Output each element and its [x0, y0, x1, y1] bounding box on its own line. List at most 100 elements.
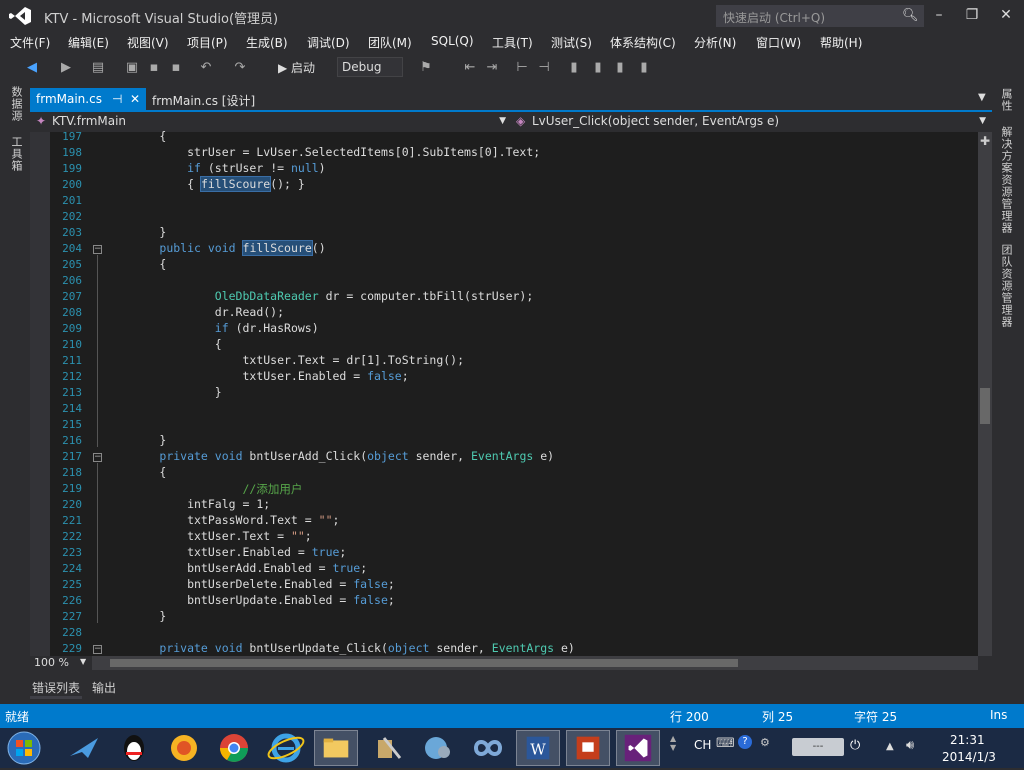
code-line[interactable]: {	[104, 465, 166, 479]
code-line[interactable]: OleDbDataReader dr = computer.tbFill(str…	[104, 289, 534, 303]
menu-view[interactable]: 视图(V)	[127, 34, 169, 51]
data-sources-tab[interactable]: 数据源	[8, 86, 24, 122]
clear-bookmark-icon[interactable]: ▮	[636, 60, 652, 76]
tab-frmmain-designer[interactable]: frmMain.cs [设计]	[148, 88, 308, 110]
taskbar-scroll-icon[interactable]: ▲ ▼	[670, 734, 676, 752]
menu-edit[interactable]: 编辑(E)	[68, 34, 109, 51]
next-bookmark-icon[interactable]: ▮	[612, 60, 628, 76]
code-line[interactable]: bntUserDelete.Enabled = false;	[104, 577, 395, 591]
explorer-app-icon[interactable]	[314, 730, 358, 766]
menu-architecture[interactable]: 体系结构(C)	[610, 34, 676, 51]
show-hidden-icons[interactable]: ▲	[886, 741, 894, 752]
tab-overflow-icon[interactable]: ▼	[978, 92, 986, 103]
clock-time[interactable]: 21:31	[950, 733, 985, 747]
menu-sql[interactable]: SQL(Q)	[431, 34, 474, 48]
tab-frmmain-cs[interactable]: frmMain.cs ⊣ ✕	[30, 88, 146, 110]
open-file-icon[interactable]: ▣	[124, 60, 140, 76]
network-app-icon[interactable]	[416, 730, 460, 766]
split-editor-icon[interactable]: ✚	[978, 134, 992, 148]
code-line[interactable]: {	[104, 337, 222, 351]
solution-explorer-tab[interactable]: 解决方案资源管理器	[998, 126, 1014, 234]
keyboard-icon[interactable]: ⌨	[716, 736, 735, 751]
word-app-icon[interactable]: W	[516, 730, 560, 766]
start-button[interactable]	[2, 730, 46, 766]
close-button[interactable]: ✕	[992, 4, 1020, 26]
close-tab-icon[interactable]: ✕	[130, 92, 140, 106]
menu-help[interactable]: 帮助(H)	[820, 34, 862, 51]
pin-icon[interactable]: ⊣	[112, 92, 122, 106]
settings-icon[interactable]: ⚙	[760, 736, 770, 749]
language-indicator[interactable]: CH	[694, 738, 711, 752]
chrome-app-icon[interactable]	[212, 730, 256, 766]
new-project-icon[interactable]: ▤	[90, 60, 106, 76]
attach-icon[interactable]: ⚑	[418, 60, 434, 76]
configuration-select[interactable]: Debug	[337, 57, 403, 77]
forward-icon[interactable]: ▶	[58, 60, 74, 76]
tools-app-icon[interactable]	[366, 730, 410, 766]
class-dropdown[interactable]: ✦ KTV.frmMain ▼	[34, 114, 510, 130]
back-icon[interactable]: ◀	[24, 60, 40, 76]
ime-toolbar[interactable]: ---	[792, 738, 844, 756]
code-line[interactable]: strUser = LvUser.SelectedItems[0].SubIte…	[104, 145, 540, 159]
code-line[interactable]: }	[104, 609, 166, 623]
lucky-app-icon[interactable]	[162, 730, 206, 766]
code-line[interactable]: txtUser.Text = dr[1].ToString();	[104, 353, 464, 367]
menu-project[interactable]: 项目(P)	[187, 34, 228, 51]
menu-test[interactable]: 测试(S)	[551, 34, 592, 51]
menu-file[interactable]: 文件(F)	[10, 34, 50, 51]
code-line[interactable]: {	[104, 129, 166, 143]
ie-app-icon[interactable]	[264, 730, 308, 766]
menu-tools[interactable]: 工具(T)	[492, 34, 533, 51]
collapse-region-icon[interactable]: −	[93, 245, 102, 254]
maximize-button[interactable]: ❐	[958, 4, 986, 26]
menu-analyze[interactable]: 分析(N)	[694, 34, 736, 51]
code-line[interactable]: intFalg = 1;	[104, 497, 270, 511]
code-line[interactable]: private void bntUserAdd_Click(object sen…	[104, 449, 554, 463]
prev-bookmark-icon[interactable]: ▮	[590, 60, 606, 76]
code-line[interactable]: }	[104, 433, 166, 447]
properties-tab[interactable]: 属性	[998, 88, 1014, 112]
minimize-button[interactable]: –	[925, 4, 953, 26]
member-dropdown[interactable]: ◈ LvUser_Click(object sender, EventArgs …	[514, 114, 990, 130]
uncomment-icon[interactable]: ⊣	[536, 60, 552, 76]
code-line[interactable]: {	[104, 257, 166, 271]
menu-debug[interactable]: 调试(D)	[307, 34, 350, 51]
collapse-region-icon[interactable]: −	[93, 453, 102, 462]
bookmark-icon[interactable]: ▮	[566, 60, 582, 76]
search-icon[interactable]: 🔍︎	[902, 8, 919, 23]
horizontal-scroll-thumb[interactable]	[110, 659, 738, 667]
error-list-tab[interactable]: 错误列表	[32, 679, 80, 696]
save-icon[interactable]: ▪	[146, 60, 162, 76]
code-line[interactable]: }	[104, 385, 222, 399]
code-line[interactable]: txtUser.Enabled = false;	[104, 369, 408, 383]
clock-date[interactable]: 2014/1/3	[942, 750, 996, 764]
code-line[interactable]: private void bntUserUpdate_Click(object …	[104, 641, 574, 655]
power-plug-icon[interactable]: ⏻	[850, 738, 860, 753]
output-tab[interactable]: 输出	[92, 679, 116, 696]
code-line[interactable]: { fillScoure(); }	[104, 176, 305, 192]
menu-window[interactable]: 窗口(W)	[756, 34, 801, 51]
code-line[interactable]: public void fillScoure()	[104, 240, 326, 256]
code-line[interactable]: //添加用户	[104, 481, 302, 497]
quick-launch-input[interactable]: 快速启动 (Ctrl+Q)	[716, 5, 924, 27]
align-left-icon[interactable]: ⇤	[462, 60, 478, 76]
code-line[interactable]: if (strUser != null)	[104, 161, 326, 175]
menu-team[interactable]: 团队(M)	[368, 34, 412, 51]
undo-icon[interactable]: ↶	[198, 60, 214, 76]
align-right-icon[interactable]: ⇥	[484, 60, 500, 76]
vertical-scroll-thumb[interactable]	[980, 388, 990, 424]
visual-studio-app-icon[interactable]	[616, 730, 660, 766]
help-icon[interactable]: ?	[738, 735, 752, 749]
code-line[interactable]: dr.Read();	[104, 305, 284, 319]
code-line[interactable]: txtUser.Enabled = true;	[104, 545, 346, 559]
code-line[interactable]: txtPassWord.Text = "";	[104, 513, 339, 527]
redo-icon[interactable]: ↷	[232, 60, 248, 76]
code-line[interactable]: bntUserUpdate.Enabled = false;	[104, 593, 395, 607]
volume-icon[interactable]: 🔊︎	[906, 738, 914, 753]
zoom-level[interactable]: 100 % ▼	[30, 656, 90, 670]
start-debugging-button[interactable]: ▶ 启动	[278, 59, 315, 76]
code-line[interactable]: if (dr.HasRows)	[104, 321, 319, 335]
comment-icon[interactable]: ⊢	[514, 60, 530, 76]
team-explorer-tab[interactable]: 团队资源管理器	[998, 244, 1014, 328]
infinity-app-icon[interactable]	[466, 730, 510, 766]
